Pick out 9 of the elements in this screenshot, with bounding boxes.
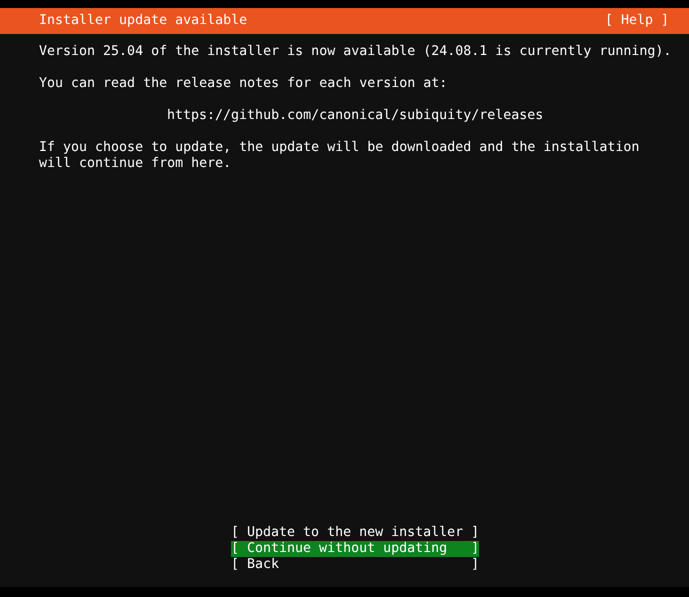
help-button[interactable]: [ Help ] <box>604 13 669 29</box>
release-notes-url: https://github.com/canonical/subiquity/releases <box>166 108 544 124</box>
menu-option[interactable]: [ Continue without updating ] <box>231 541 480 557</box>
info-text: You can read the release notes for each version at: <box>39 76 448 92</box>
info-text: Version 25.04 of the installer is now available (24.08.1 is currently running). <box>39 44 672 60</box>
screen-title: Installer update available <box>39 13 248 29</box>
info-text: If you choose to update, the update will be downloaded and the installation will continue from here. <box>39 140 640 172</box>
menu-option[interactable]: [ Back ] <box>231 557 480 573</box>
menu-option[interactable]: [ Update to the new installer ] <box>231 525 480 541</box>
